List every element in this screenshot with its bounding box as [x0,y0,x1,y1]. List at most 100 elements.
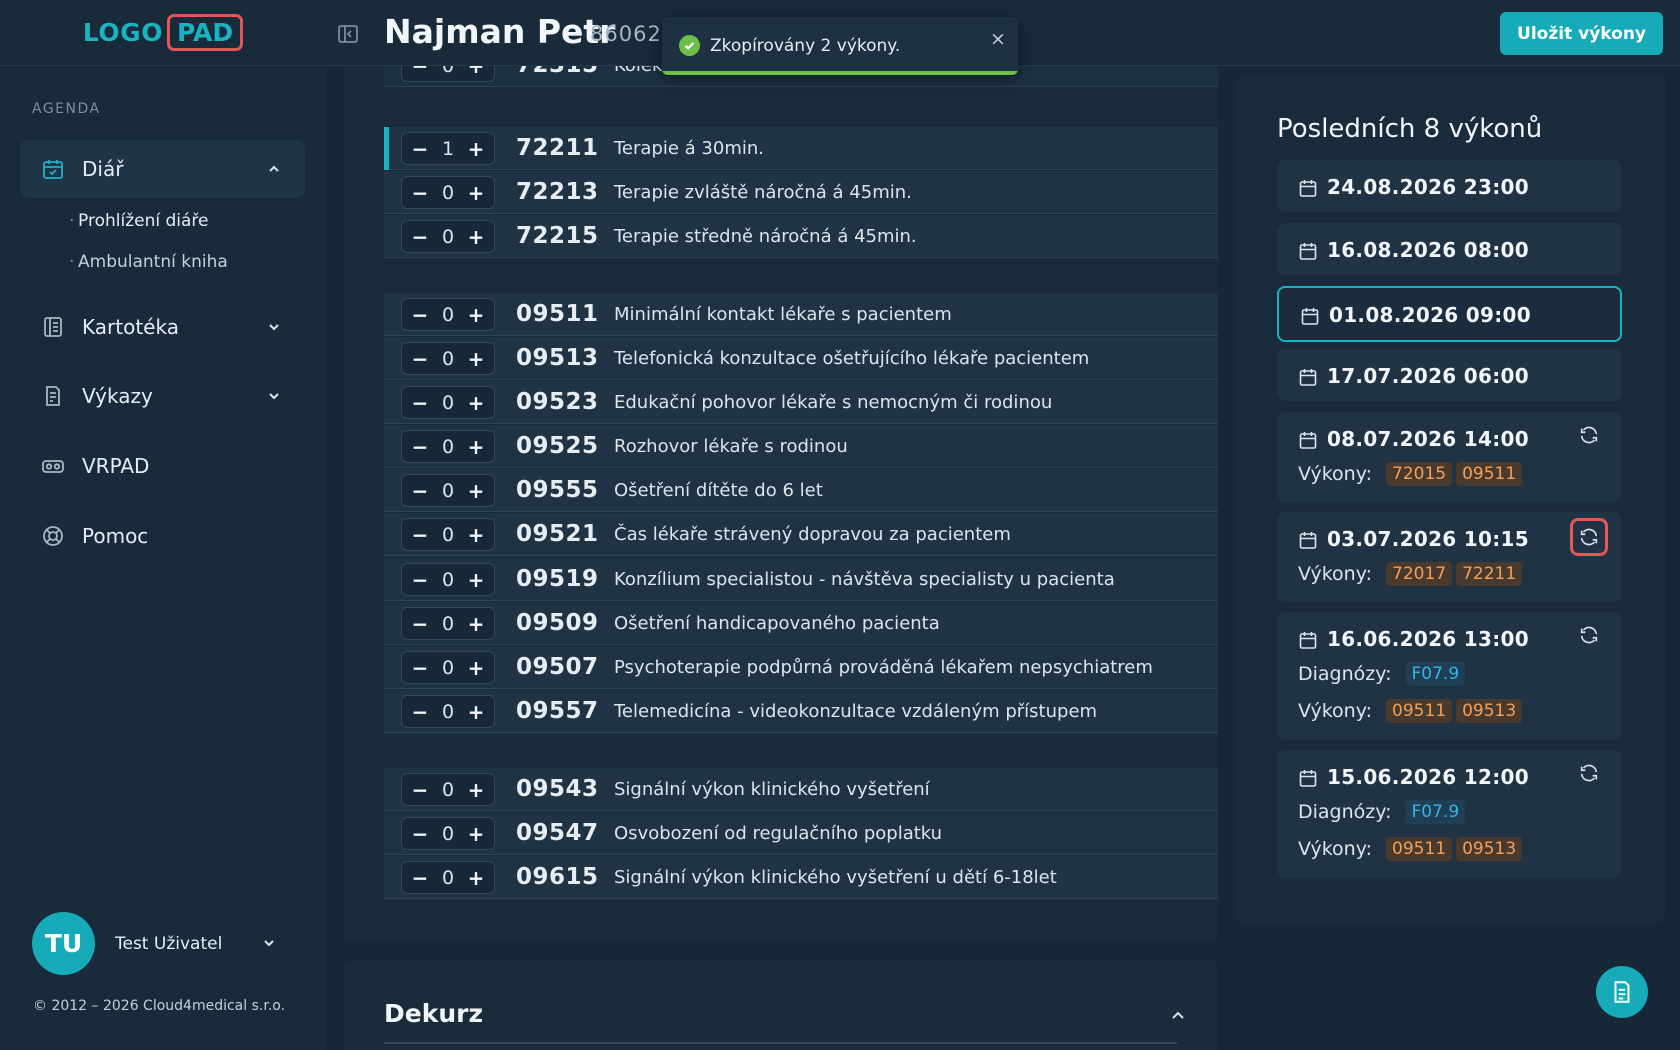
increment-button[interactable]: + [465,866,487,890]
recent-procedure-card[interactable]: 08.07.2026 14:00 Výkony: 72015 09511 [1277,412,1622,502]
decrement-button[interactable]: − [409,225,431,249]
procedure-description: Konzílium specialistou - návštěva specia… [614,569,1115,590]
procedure-row: −0 +09509 Ošetření handicapovaného pacient… [384,602,1218,645]
procedure-description: Ošetření dítěte do 6 let [614,480,823,501]
sidebar-subitem-prohlizeni[interactable]: Prohlížení diáře [69,211,209,231]
procedure-description: Čas lékaře strávený dopravou za paciente… [614,524,1011,545]
copy-procedures-button[interactable] [1578,424,1602,448]
recent-procedure-card[interactable]: 16.06.2026 13:00 Diagnózy: F07.9 Výkony: 095… [1277,612,1622,740]
decrement-button[interactable]: − [409,66,431,78]
procedures-line: Výkony: 72015 09511 [1298,462,1523,486]
procedure-code: 09615 [516,864,599,890]
save-button[interactable]: Uložit výkony [1500,12,1663,55]
decrement-button[interactable]: − [409,181,431,205]
procedures-label: Výkony: [1298,563,1372,585]
sidebar-item-kartoteka[interactable]: Kartotéka [20,298,305,356]
decrement-button[interactable]: − [409,866,431,890]
copy-procedures-button[interactable] [1570,518,1608,556]
procedure-code: 09513 [516,345,599,371]
decrement-button[interactable]: − [409,479,431,503]
decrement-button[interactable]: − [409,778,431,802]
quantity-value: 0 [441,391,455,414]
procedures-label: Výkony: [1298,463,1372,485]
logo[interactable]: LOGO PAD [0,0,326,66]
diagnoses-line: Diagnózy: F07.9 [1298,662,1466,686]
decrement-button[interactable]: − [409,435,431,459]
increment-button[interactable]: + [465,700,487,724]
calendar-icon [1299,369,1317,386]
increment-button[interactable]: + [465,612,487,636]
recent-procedure-card[interactable]: 16.08.2026 08:00 [1277,223,1622,275]
sidebar-item-label: Diář [82,157,124,181]
procedure-code: 09509 [516,610,599,636]
increment-button[interactable]: + [465,568,487,592]
decrement-button[interactable]: − [409,137,431,161]
user-menu[interactable]: TU Test Uživatel [32,912,274,975]
increment-button[interactable]: + [465,181,487,205]
increment-button[interactable]: + [465,822,487,846]
recent-procedure-card[interactable]: 01.08.2026 09:00 [1277,286,1622,342]
sidebar-item-vrpad[interactable]: VRPAD [20,437,305,495]
procedure-tag: 09511 [1386,699,1453,723]
procedure-tag: 09513 [1456,837,1523,861]
increment-button[interactable]: + [465,66,487,78]
increment-button[interactable]: + [465,656,487,680]
recent-procedure-card[interactable]: 15.06.2026 12:00 Diagnózy: F07.9 Výkony: 095… [1277,750,1622,878]
chevron-down-icon[interactable] [260,934,278,952]
recent-procedure-card[interactable]: 24.08.2026 23:00 [1277,160,1622,212]
document-fab-button[interactable] [1596,966,1648,1018]
diagnoses-label: Diagnózy: [1298,663,1392,685]
decrement-button[interactable]: − [409,700,431,724]
increment-button[interactable]: + [465,391,487,415]
toast-message: Zkopírovány 2 výkony. [710,36,901,56]
chevron-up-icon[interactable] [1168,1005,1188,1025]
calendar-check-icon [40,156,66,182]
increment-button[interactable]: + [465,479,487,503]
calendar-icon [1299,243,1317,260]
decrement-button[interactable]: − [409,523,431,547]
increment-button[interactable]: + [465,303,487,327]
sidebar-item-vykazy[interactable]: Výkazy [20,367,305,425]
sidebar-subitem-ambulantni-kniha[interactable]: Ambulantní kniha [69,252,228,272]
copy-procedures-button[interactable] [1578,762,1602,786]
decrement-button[interactable]: − [409,303,431,327]
sidebar-item-label: Výkazy [82,384,153,408]
recent-procedures-panel: Posledních 8 výkonů 24.08.2026 23:00 16.0… [1236,74,1666,924]
increment-button[interactable]: + [465,137,487,161]
procedure-tag: 09513 [1456,699,1523,723]
sidebar-toggle-icon[interactable] [336,22,360,46]
decrement-button[interactable]: − [409,568,431,592]
increment-button[interactable]: + [465,435,487,459]
dekurz-title: Dekurz [384,999,484,1028]
increment-button[interactable]: + [465,225,487,249]
quantity-stepper: −0 + [401,298,495,331]
procedure-row: −0 +09557 Telemedicína - videokonzultace v… [384,690,1218,733]
decrement-button[interactable]: − [409,347,431,371]
close-icon[interactable]: × [988,29,1008,49]
card-date: 24.08.2026 23:00 [1327,175,1529,199]
procedure-row: −0 +09507 Psychoterapie podpůrná prováděná… [384,646,1218,689]
quantity-stepper: −0 + [401,430,495,463]
chevron-down-icon [269,324,279,331]
sidebar-item-pomoc[interactable]: Pomoc [20,507,305,565]
procedure-description: Psychoterapie podpůrná prováděná lékařem… [614,657,1153,678]
decrement-button[interactable]: − [409,391,431,415]
sidebar-item-diar[interactable]: Diář [20,140,305,198]
decrement-button[interactable]: − [409,656,431,680]
procedure-description: Telefonická konzultace ošetřujícího léka… [614,348,1090,369]
procedure-description: Terapie středně náročná á 45min. [614,226,917,247]
calendar-icon [1299,432,1317,449]
decrement-button[interactable]: − [409,822,431,846]
quantity-value: 0 [441,700,455,723]
recent-procedure-card[interactable]: 03.07.2026 10:15 Výkony: 72017 72211 [1277,512,1622,602]
recent-procedure-card[interactable]: 17.07.2026 06:00 [1277,349,1622,401]
quantity-stepper: −0 + [401,563,495,596]
copy-procedures-button[interactable] [1578,624,1602,648]
decrement-button[interactable]: − [409,612,431,636]
increment-button[interactable]: + [465,347,487,371]
increment-button[interactable]: + [465,523,487,547]
refresh-icon [1580,626,1598,644]
card-date: 17.07.2026 06:00 [1327,364,1529,388]
increment-button[interactable]: + [465,778,487,802]
dekurz-card[interactable]: Dekurz [343,960,1218,1050]
